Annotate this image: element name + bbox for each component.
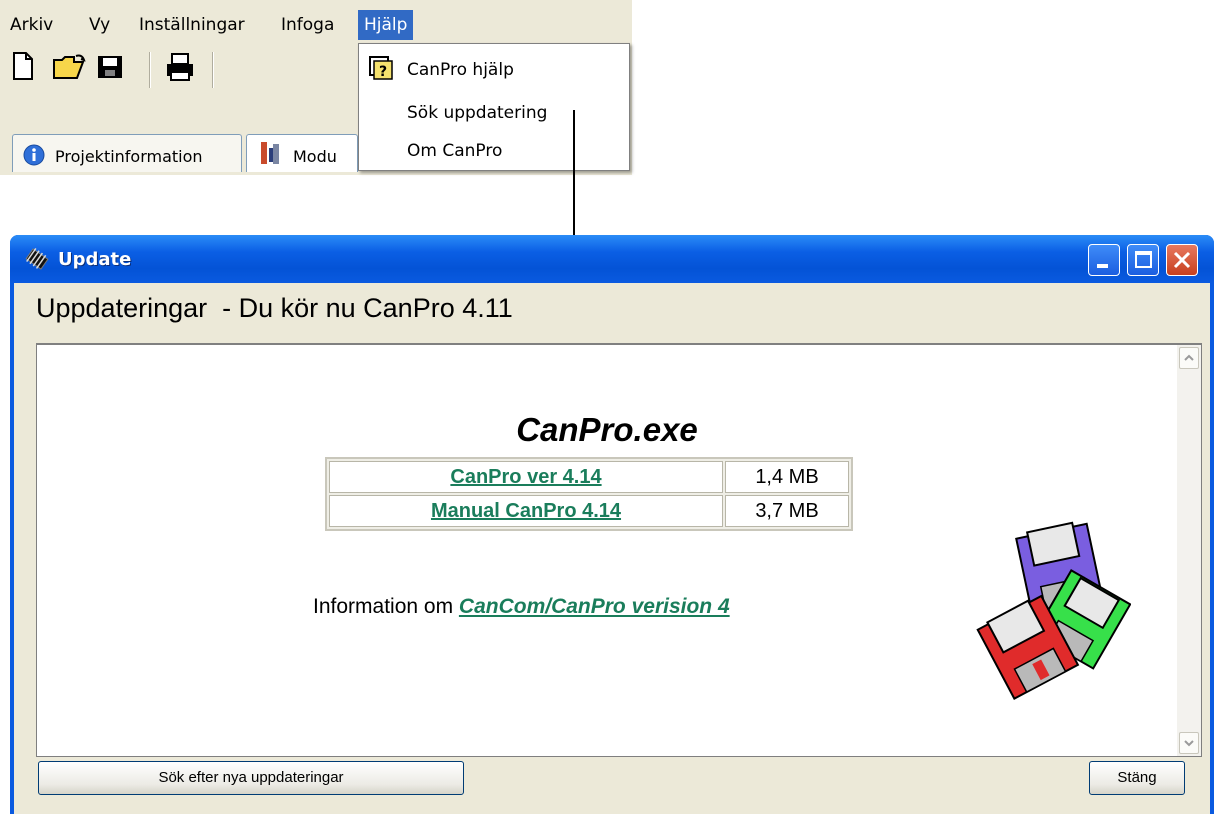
info-icon (23, 144, 45, 166)
main-app-fragment: Arkiv Vy Inställningar Infoga Hjälp Proj… (0, 0, 632, 175)
tab-projektinformation[interactable]: Projektinformation (12, 134, 242, 172)
maximize-button[interactable] (1127, 244, 1159, 276)
update-heading: Uppdateringar - Du kör nu CanPro 4.11 (36, 293, 513, 323)
menu-item-sok-uppdatering[interactable]: Sök uppdatering (407, 100, 547, 126)
menu-bar: Arkiv Vy Inställningar Infoga Hjälp (0, 7, 632, 42)
minimize-button[interactable] (1088, 244, 1120, 276)
minimize-icon (1097, 264, 1108, 268)
chevron-up-icon (1184, 354, 1194, 361)
open-folder-icon[interactable] (52, 54, 86, 80)
info-prefix: Information om (313, 595, 459, 618)
help-icon: ? (369, 56, 393, 80)
svg-text:?: ? (379, 64, 387, 80)
title-bar[interactable]: Update (10, 235, 1214, 283)
maximize-icon (1135, 251, 1152, 268)
window-client-area: Uppdateringar - Du kör nu CanPro 4.11 Ca… (14, 283, 1210, 814)
exe-title: CanPro.exe (516, 411, 698, 448)
file-size: 1,4 MB (725, 461, 849, 493)
window-title: Update (58, 249, 132, 270)
modules-icon (261, 142, 279, 164)
tab-moduler[interactable]: Modu (246, 134, 358, 172)
floppy-disks-icon (976, 521, 1131, 700)
info-line: Information om CanCom/CanPro verision 4 (313, 595, 730, 619)
close-window-button[interactable] (1166, 244, 1198, 276)
menu-item-canpro-hjalp[interactable]: CanPro hjälp (407, 57, 514, 83)
file-size: 3,7 MB (725, 495, 849, 527)
download-link-canpro[interactable]: CanPro ver 4.14 (329, 461, 723, 493)
chevron-down-icon (1184, 740, 1194, 747)
tab-label: Modu (293, 147, 337, 166)
menu-item-om-canpro[interactable]: Om CanPro (407, 138, 502, 164)
close-button[interactable]: Stäng (1089, 761, 1185, 795)
search-updates-button[interactable]: Sök efter nya uppdateringar (38, 761, 464, 795)
print-icon[interactable] (164, 52, 196, 82)
scroll-down-button[interactable] (1179, 732, 1199, 754)
scroll-up-button[interactable] (1179, 347, 1199, 369)
menu-vy[interactable]: Vy (89, 10, 110, 40)
info-link[interactable]: CanCom/CanPro verision 4 (459, 595, 730, 618)
vertical-scrollbar[interactable] (1177, 345, 1201, 756)
table-row: Manual CanPro 4.14 3,7 MB (329, 495, 849, 527)
table-row: CanPro ver 4.14 1,4 MB (329, 461, 849, 493)
download-link-manual[interactable]: Manual CanPro 4.14 (329, 495, 723, 527)
update-content-panel: CanPro.exe CanPro ver 4.14 1,4 MB Manual… (36, 343, 1202, 757)
toolbar-separator (149, 52, 151, 88)
toolbar-separator (212, 52, 214, 88)
close-icon (1173, 251, 1191, 269)
save-icon[interactable] (96, 54, 124, 80)
download-table: CanPro ver 4.14 1,4 MB Manual CanPro 4.1… (325, 457, 853, 531)
chip-icon (25, 248, 49, 270)
tab-label: Projektinformation (55, 147, 203, 166)
new-file-icon[interactable] (12, 52, 34, 80)
update-window: Update Uppdateringar - Du kör nu CanPro … (10, 235, 1214, 814)
menu-hjalp[interactable]: Hjälp (358, 10, 414, 40)
menu-arkiv[interactable]: Arkiv (10, 10, 53, 40)
menu-installningar[interactable]: Inställningar (139, 10, 245, 40)
menu-infoga[interactable]: Infoga (281, 10, 334, 40)
